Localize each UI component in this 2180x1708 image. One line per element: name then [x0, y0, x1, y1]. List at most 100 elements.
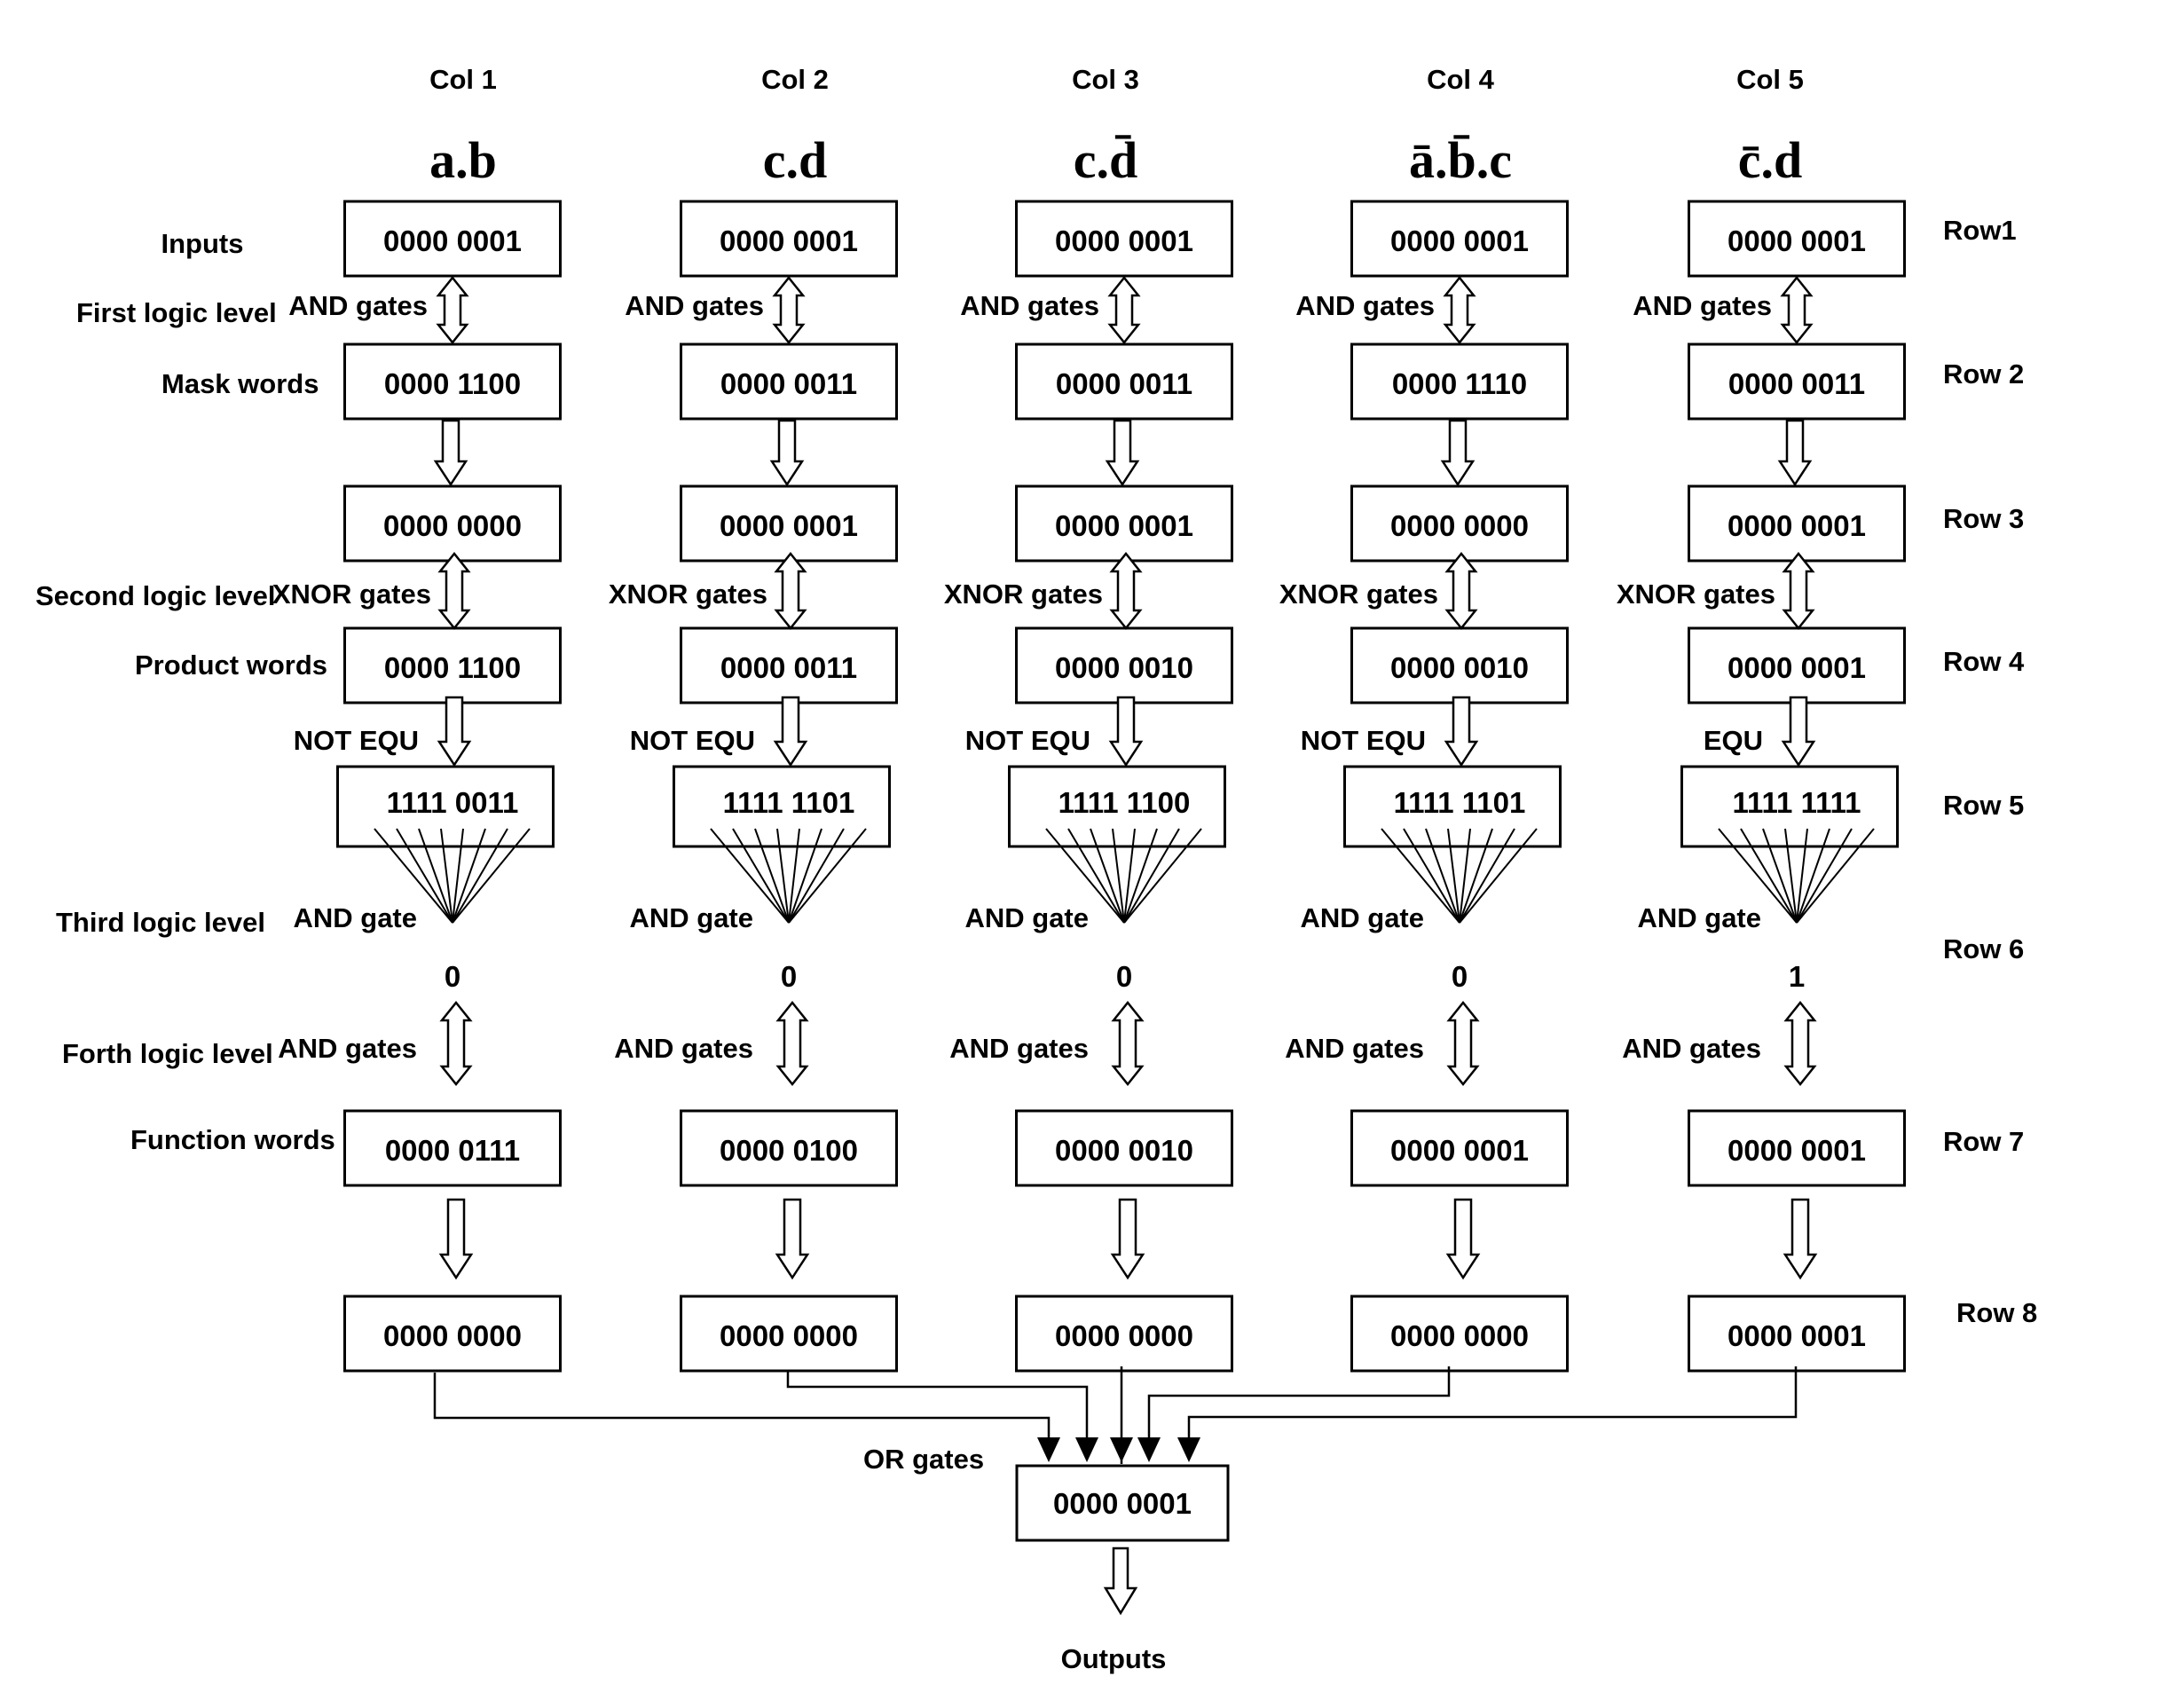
compare-arrow — [437, 696, 472, 767]
third-gate-label: AND gate — [1300, 902, 1424, 933]
fourth-gate-label: AND gates — [278, 1033, 417, 1064]
column-term: ā.b̄.c — [1409, 131, 1512, 189]
first-level-arrow — [1780, 275, 1814, 345]
column-label: Col 4 — [1427, 64, 1495, 95]
first-gate-label: AND gates — [1633, 290, 1772, 321]
word-value-row7: 0000 0111 — [385, 1134, 520, 1167]
fourth-level-arrow — [1783, 1000, 1817, 1087]
word-value-row2: 0000 1110 — [1392, 367, 1527, 400]
stage-label-function-words: Function words — [130, 1124, 335, 1155]
compare-arrow — [773, 696, 808, 767]
and-result-value: 0 — [1116, 960, 1132, 993]
word-value-row7: 0000 0001 — [1390, 1134, 1529, 1167]
word-value-row8: 0000 0000 — [1055, 1319, 1193, 1352]
function-to-row8-arrow — [1783, 1198, 1818, 1280]
first-gate-label: AND gates — [625, 290, 764, 321]
mask-to-row3-arrow — [1777, 419, 1813, 487]
and-result-value: 1 — [1789, 960, 1805, 993]
second-gate-label: XNOR gates — [1279, 579, 1438, 610]
word-value-row7: 0000 0010 — [1055, 1134, 1193, 1167]
second-gate-label: XNOR gates — [272, 579, 431, 610]
column-label: Col 5 — [1736, 64, 1804, 95]
row-label-5: Row 5 — [1943, 790, 2024, 821]
compare-op-label: NOT EQU — [965, 725, 1090, 756]
word-value-row8: 0000 0000 — [1390, 1319, 1529, 1352]
outputs-label: Outputs — [1061, 1643, 1167, 1674]
column-label: Col 3 — [1072, 64, 1139, 95]
mask-to-row3-arrow — [433, 419, 468, 487]
word-value-row4: 0000 0001 — [1727, 651, 1866, 684]
arrowhead-col1 — [1037, 1437, 1060, 1462]
wire-col5 — [1187, 1366, 1798, 1446]
stage-label-forth-logic-level: Forth logic level — [62, 1038, 273, 1069]
word-value-row3: 0000 0001 — [1727, 509, 1866, 542]
first-gate-label: AND gates — [1295, 290, 1435, 321]
first-level-arrow — [772, 275, 806, 345]
column-5: Col 5 c̄.d 0000 0001 0000 0011 0000 0001 0000… — [1617, 64, 1906, 1373]
second-level-arrow — [1782, 551, 1815, 631]
function-to-row8-arrow — [1110, 1198, 1145, 1280]
function-to-row8-arrow — [775, 1198, 810, 1280]
output-word-value: 0000 0001 — [1053, 1487, 1192, 1520]
row-label-3: Row 3 — [1943, 503, 2024, 534]
mask-to-row3-arrow — [769, 419, 805, 487]
word-value-row3: 0000 0000 — [1390, 509, 1529, 542]
fourth-gate-label: AND gates — [1285, 1033, 1424, 1064]
compare-arrow — [1108, 696, 1144, 767]
word-value-row5: 1111 1100 — [1059, 786, 1191, 819]
first-level-arrow — [1107, 275, 1141, 345]
row-label-1: Row1 — [1943, 215, 2017, 246]
column-2: Col 2 c.d 0000 0001 0000 0011 0000 0001 0000 … — [609, 64, 898, 1373]
column-label: Col 1 — [429, 64, 497, 95]
word-value-row8: 0000 0001 — [1727, 1319, 1866, 1352]
stage-label-mask-words: Mask words — [161, 368, 319, 399]
word-value-row5: 1111 1101 — [723, 786, 855, 819]
word-value-row3: 0000 0000 — [383, 509, 522, 542]
word-value-row8: 0000 0000 — [383, 1319, 522, 1352]
second-gate-label: XNOR gates — [944, 579, 1103, 610]
word-value-row1: 0000 0001 — [1727, 224, 1866, 257]
stage-label-inputs: Inputs — [161, 228, 244, 259]
arrowhead-col4 — [1137, 1437, 1161, 1462]
first-level-arrow — [436, 275, 469, 345]
word-value-row7: 0000 0001 — [1727, 1134, 1866, 1167]
mask-to-row3-arrow — [1105, 419, 1140, 487]
word-value-row2: 0000 1100 — [384, 367, 521, 400]
wire-col1 — [433, 1373, 1051, 1446]
compare-op-label: EQU — [1704, 725, 1763, 756]
word-value-row8: 0000 0000 — [720, 1319, 858, 1352]
word-value-row7: 0000 0100 — [720, 1134, 858, 1167]
word-value-row4: 0000 1100 — [384, 651, 521, 684]
logic-diagram: Col 1 a.b 0000 0001 0000 1100 0000 0000 0000 … — [35, 64, 2037, 1674]
column-term: a.b — [429, 131, 497, 189]
second-level-arrow — [1444, 551, 1478, 631]
word-value-row4: 0000 0010 — [1055, 651, 1193, 684]
word-value-row1: 0000 0001 — [1390, 224, 1529, 257]
stage-label-product-words: Product words — [135, 649, 327, 681]
column-term: c.d̄ — [1074, 131, 1138, 189]
columns-layer: Col 1 a.b 0000 0001 0000 1100 0000 0000 0000 … — [272, 64, 1906, 1373]
third-gate-label: AND gate — [964, 902, 1089, 933]
first-gate-label: AND gates — [288, 290, 428, 321]
third-gate-label: AND gate — [293, 902, 417, 933]
word-value-row2: 0000 0011 — [720, 367, 857, 400]
row-label-4: Row 4 — [1943, 646, 2025, 677]
third-gate-label: AND gate — [1637, 902, 1761, 933]
wire-col2 — [786, 1371, 1089, 1446]
word-value-row2: 0000 0011 — [1728, 367, 1865, 400]
second-level-arrow — [774, 551, 807, 631]
fourth-gate-label: AND gates — [949, 1033, 1089, 1064]
second-level-arrow — [1109, 551, 1143, 631]
fourth-level-arrow — [1111, 1000, 1145, 1087]
row-label-2: Row 2 — [1943, 358, 2024, 390]
word-value-row5: 1111 1101 — [1394, 786, 1526, 819]
column-4: Col 4 ā.b̄.c 0000 0001 0000 1110 0000 0000 00… — [1279, 64, 1569, 1373]
word-value-row1: 0000 0001 — [1055, 224, 1193, 257]
output-arrow — [1103, 1547, 1138, 1616]
compare-arrow — [1781, 696, 1816, 767]
second-level-arrow — [437, 551, 471, 631]
word-value-row4: 0000 0010 — [1390, 651, 1529, 684]
second-gate-label: XNOR gates — [1617, 579, 1775, 610]
word-value-row2: 0000 0011 — [1056, 367, 1192, 400]
fourth-gate-label: AND gates — [614, 1033, 753, 1064]
